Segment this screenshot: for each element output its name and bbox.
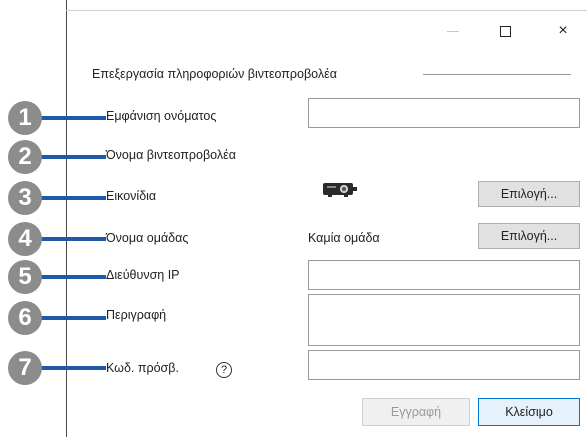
maximize-icon bbox=[499, 25, 511, 37]
top-border bbox=[66, 10, 587, 11]
icon-label: Εικονίδια bbox=[106, 189, 157, 203]
callout-leader-1 bbox=[40, 116, 106, 120]
callout-leader-2 bbox=[40, 155, 106, 159]
group-divider bbox=[423, 74, 571, 75]
display-name-input[interactable] bbox=[308, 98, 580, 128]
callout-leader-7 bbox=[40, 366, 106, 370]
projector-name-label: Όνομα βιντεοπροβολέα bbox=[106, 148, 236, 162]
group-title: Επεξεργασία πληροφοριών βιντεοπροβολέα bbox=[92, 67, 337, 81]
password-label: Κωδ. πρόσβ. bbox=[106, 361, 179, 375]
ip-address-input[interactable] bbox=[308, 260, 580, 290]
display-name-label: Εμφάνιση ονόματος bbox=[106, 109, 217, 123]
callout-leader-4 bbox=[40, 237, 106, 241]
description-label: Περιγραφή bbox=[106, 308, 167, 322]
password-input[interactable] bbox=[308, 350, 580, 380]
callout-2: 2 bbox=[8, 140, 42, 174]
description-textarea[interactable] bbox=[308, 294, 580, 346]
callout-3: 3 bbox=[8, 181, 42, 215]
minimize-icon bbox=[447, 30, 459, 32]
group-name-label: Όνομα ομάδας bbox=[106, 231, 189, 245]
close-icon: × bbox=[558, 22, 568, 39]
group-select-button[interactable]: Επιλογή... bbox=[478, 223, 580, 249]
close-window-button[interactable]: × bbox=[548, 18, 578, 44]
minimize-button[interactable] bbox=[438, 18, 468, 44]
callout-6: 6 bbox=[8, 301, 42, 335]
callout-1: 1 bbox=[8, 101, 42, 135]
callout-4: 4 bbox=[8, 222, 42, 256]
callout-5: 5 bbox=[8, 260, 42, 294]
callout-leader-5 bbox=[40, 275, 106, 279]
close-button[interactable]: Κλείσιμο bbox=[478, 398, 580, 426]
callout-leader-3 bbox=[40, 196, 106, 200]
group-name-value: Καμία ομάδα bbox=[308, 231, 380, 245]
ip-address-label: Διεύθυνση IP bbox=[106, 268, 180, 282]
callout-7: 7 bbox=[8, 351, 42, 385]
projector-icon bbox=[322, 180, 358, 201]
icon-select-button[interactable]: Επιλογή... bbox=[478, 181, 580, 207]
maximize-button[interactable] bbox=[490, 18, 520, 44]
callout-leader-6 bbox=[40, 316, 106, 320]
register-button[interactable]: Εγγραφή bbox=[362, 398, 470, 426]
help-icon[interactable]: ? bbox=[216, 362, 232, 378]
left-border bbox=[66, 0, 67, 437]
